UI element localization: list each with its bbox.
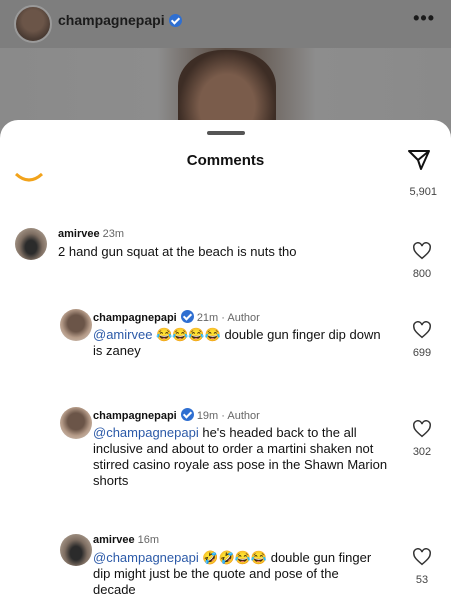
comment-meta: champagnepapi 19m · Author — [93, 408, 260, 422]
like-count: 53 — [415, 574, 429, 586]
like-heart-icon[interactable] — [412, 548, 432, 566]
comment-username[interactable]: champagnepapi — [93, 312, 177, 324]
post-author-avatar[interactable] — [14, 5, 52, 43]
comment-username[interactable]: champagnepapi — [93, 410, 177, 422]
share-send-icon[interactable] — [406, 148, 432, 172]
comment-username[interactable]: amirvee — [93, 534, 135, 546]
comment-meta: champagnepapi 21m · Author — [93, 310, 260, 324]
comment-time: 19m — [196, 410, 219, 422]
verified-badge-icon — [180, 408, 194, 421]
avatar[interactable] — [60, 407, 92, 439]
comment-text: 2 hand gun squat at the beach is nuts th… — [58, 244, 297, 259]
like-heart-icon[interactable] — [412, 321, 432, 339]
comment-time: 16m — [137, 534, 160, 546]
comment-username[interactable]: amirvee — [58, 228, 100, 240]
comment-text: @champagnepapi 🤣🤣😂😂 double gun finger di… — [93, 550, 372, 597]
like-count: 302 — [412, 446, 432, 458]
avatar[interactable] — [60, 534, 92, 566]
comment-text: @amirvee 😂😂😂😂 double gun finger dip down… — [93, 327, 381, 358]
like-count: 699 — [412, 347, 432, 359]
comment-meta: amirvee 23m — [58, 228, 124, 240]
mention-link[interactable]: @champagnepapi — [93, 425, 199, 440]
avatar[interactable] — [60, 309, 92, 341]
comment-time: 23m — [102, 228, 125, 240]
post-header: champagnepapi ••• — [0, 0, 451, 48]
partial-avatar — [14, 172, 44, 182]
verified-badge-icon — [180, 310, 194, 323]
comments-sheet: Comments 5,901 amirvee 23m 2 hand gun sq… — [0, 120, 451, 611]
sheet-title: Comments — [186, 152, 265, 169]
like-count: 800 — [412, 268, 432, 280]
post-image-subject — [178, 50, 276, 130]
mention-link[interactable]: @champagnepapi — [93, 550, 199, 565]
comment-time: 21m — [196, 312, 219, 324]
avatar[interactable] — [15, 228, 47, 260]
author-tag: Author — [227, 312, 260, 324]
author-tag: Author — [227, 410, 260, 422]
emoji-group: 🤣🤣😂😂 — [202, 550, 268, 565]
like-heart-icon[interactable] — [412, 420, 432, 438]
comment-text: @champagnepapi he's headed back to the a… — [93, 425, 388, 488]
comment-meta: amirvee 16m — [93, 534, 159, 546]
emoji-group: 😂😂😂😂 — [156, 327, 221, 342]
mention-link[interactable]: @amirvee — [93, 327, 152, 342]
more-options-icon[interactable]: ••• — [413, 8, 435, 29]
like-heart-icon[interactable] — [412, 242, 432, 260]
previous-comment-like-count: 5,901 — [409, 186, 437, 198]
verified-badge-icon — [168, 14, 182, 27]
drag-handle[interactable] — [207, 131, 245, 135]
post-author-username[interactable]: champagnepapi — [58, 12, 182, 28]
